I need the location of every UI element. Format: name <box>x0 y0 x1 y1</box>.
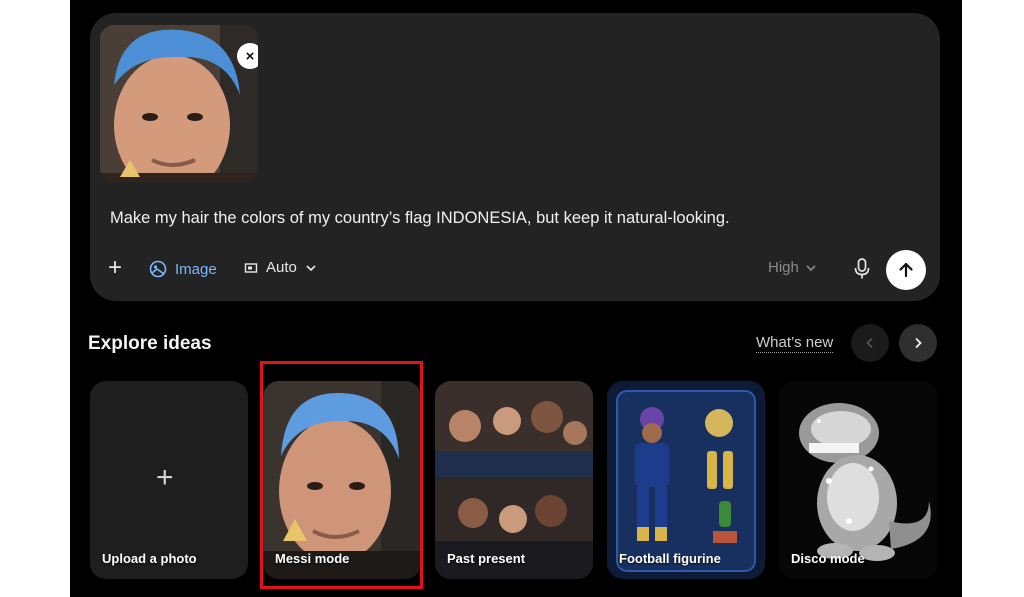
prompt-text[interactable]: Make my hair the colors of my country’s … <box>110 209 910 228</box>
upload-photo-card[interactable]: + Upload a photo <box>90 381 248 579</box>
composer-toolbar: + Image Auto High <box>90 250 940 293</box>
send-button[interactable] <box>886 250 926 290</box>
image-mode-button[interactable]: Image <box>148 259 217 279</box>
app-window: × Make my hair the colors of my country’… <box>70 0 962 597</box>
plus-icon: + <box>156 461 174 494</box>
card-label: Upload a photo <box>102 551 197 566</box>
attached-photo-thumbnail[interactable]: × <box>100 25 258 182</box>
image-icon <box>149 260 167 278</box>
aspect-ratio-label: Auto <box>266 259 297 276</box>
image-mode-label: Image <box>175 260 217 278</box>
explore-ideas-heading: Explore ideas <box>88 333 212 354</box>
card-label: Messi mode <box>275 551 350 566</box>
chevron-right-icon <box>915 337 922 349</box>
disco-mode-card[interactable]: Disco mode <box>779 381 937 579</box>
attached-photo <box>100 25 258 182</box>
messi-mode-card[interactable]: Messi mode <box>263 381 421 579</box>
past-present-card[interactable]: Past present <box>435 381 593 579</box>
carousel-next-button[interactable] <box>899 324 937 362</box>
voice-input-button[interactable] <box>852 257 872 281</box>
chevron-down-icon <box>306 264 316 271</box>
football-figurine-image <box>607 381 765 579</box>
card-label: Past present <box>447 551 526 566</box>
aspect-ratio-icon <box>244 262 258 273</box>
disco-mode-image <box>779 381 937 579</box>
close-icon: × <box>245 47 255 65</box>
messi-mode-image <box>263 381 421 579</box>
card-label: Football figurine <box>619 551 721 566</box>
football-figurine-card[interactable]: Football figurine <box>607 381 765 579</box>
card-label: Disco mode <box>791 551 865 566</box>
plus-icon: + <box>108 254 123 281</box>
add-attachment-button[interactable]: + <box>108 254 130 281</box>
past-present-image <box>435 381 593 579</box>
quality-selector[interactable]: High <box>768 259 817 276</box>
microphone-icon <box>854 258 870 279</box>
arrow-up-icon <box>899 262 913 278</box>
carousel-prev-button[interactable] <box>851 324 889 362</box>
remove-photo-button[interactable]: × <box>237 43 258 69</box>
aspect-ratio-selector[interactable]: Auto <box>244 259 317 276</box>
whats-new-link[interactable]: What’s new <box>756 334 834 353</box>
prompt-composer: × Make my hair the colors of my country’… <box>90 13 940 301</box>
chevron-down-icon <box>806 264 816 271</box>
quality-label: High <box>768 259 799 276</box>
chevron-left-icon <box>866 337 873 349</box>
